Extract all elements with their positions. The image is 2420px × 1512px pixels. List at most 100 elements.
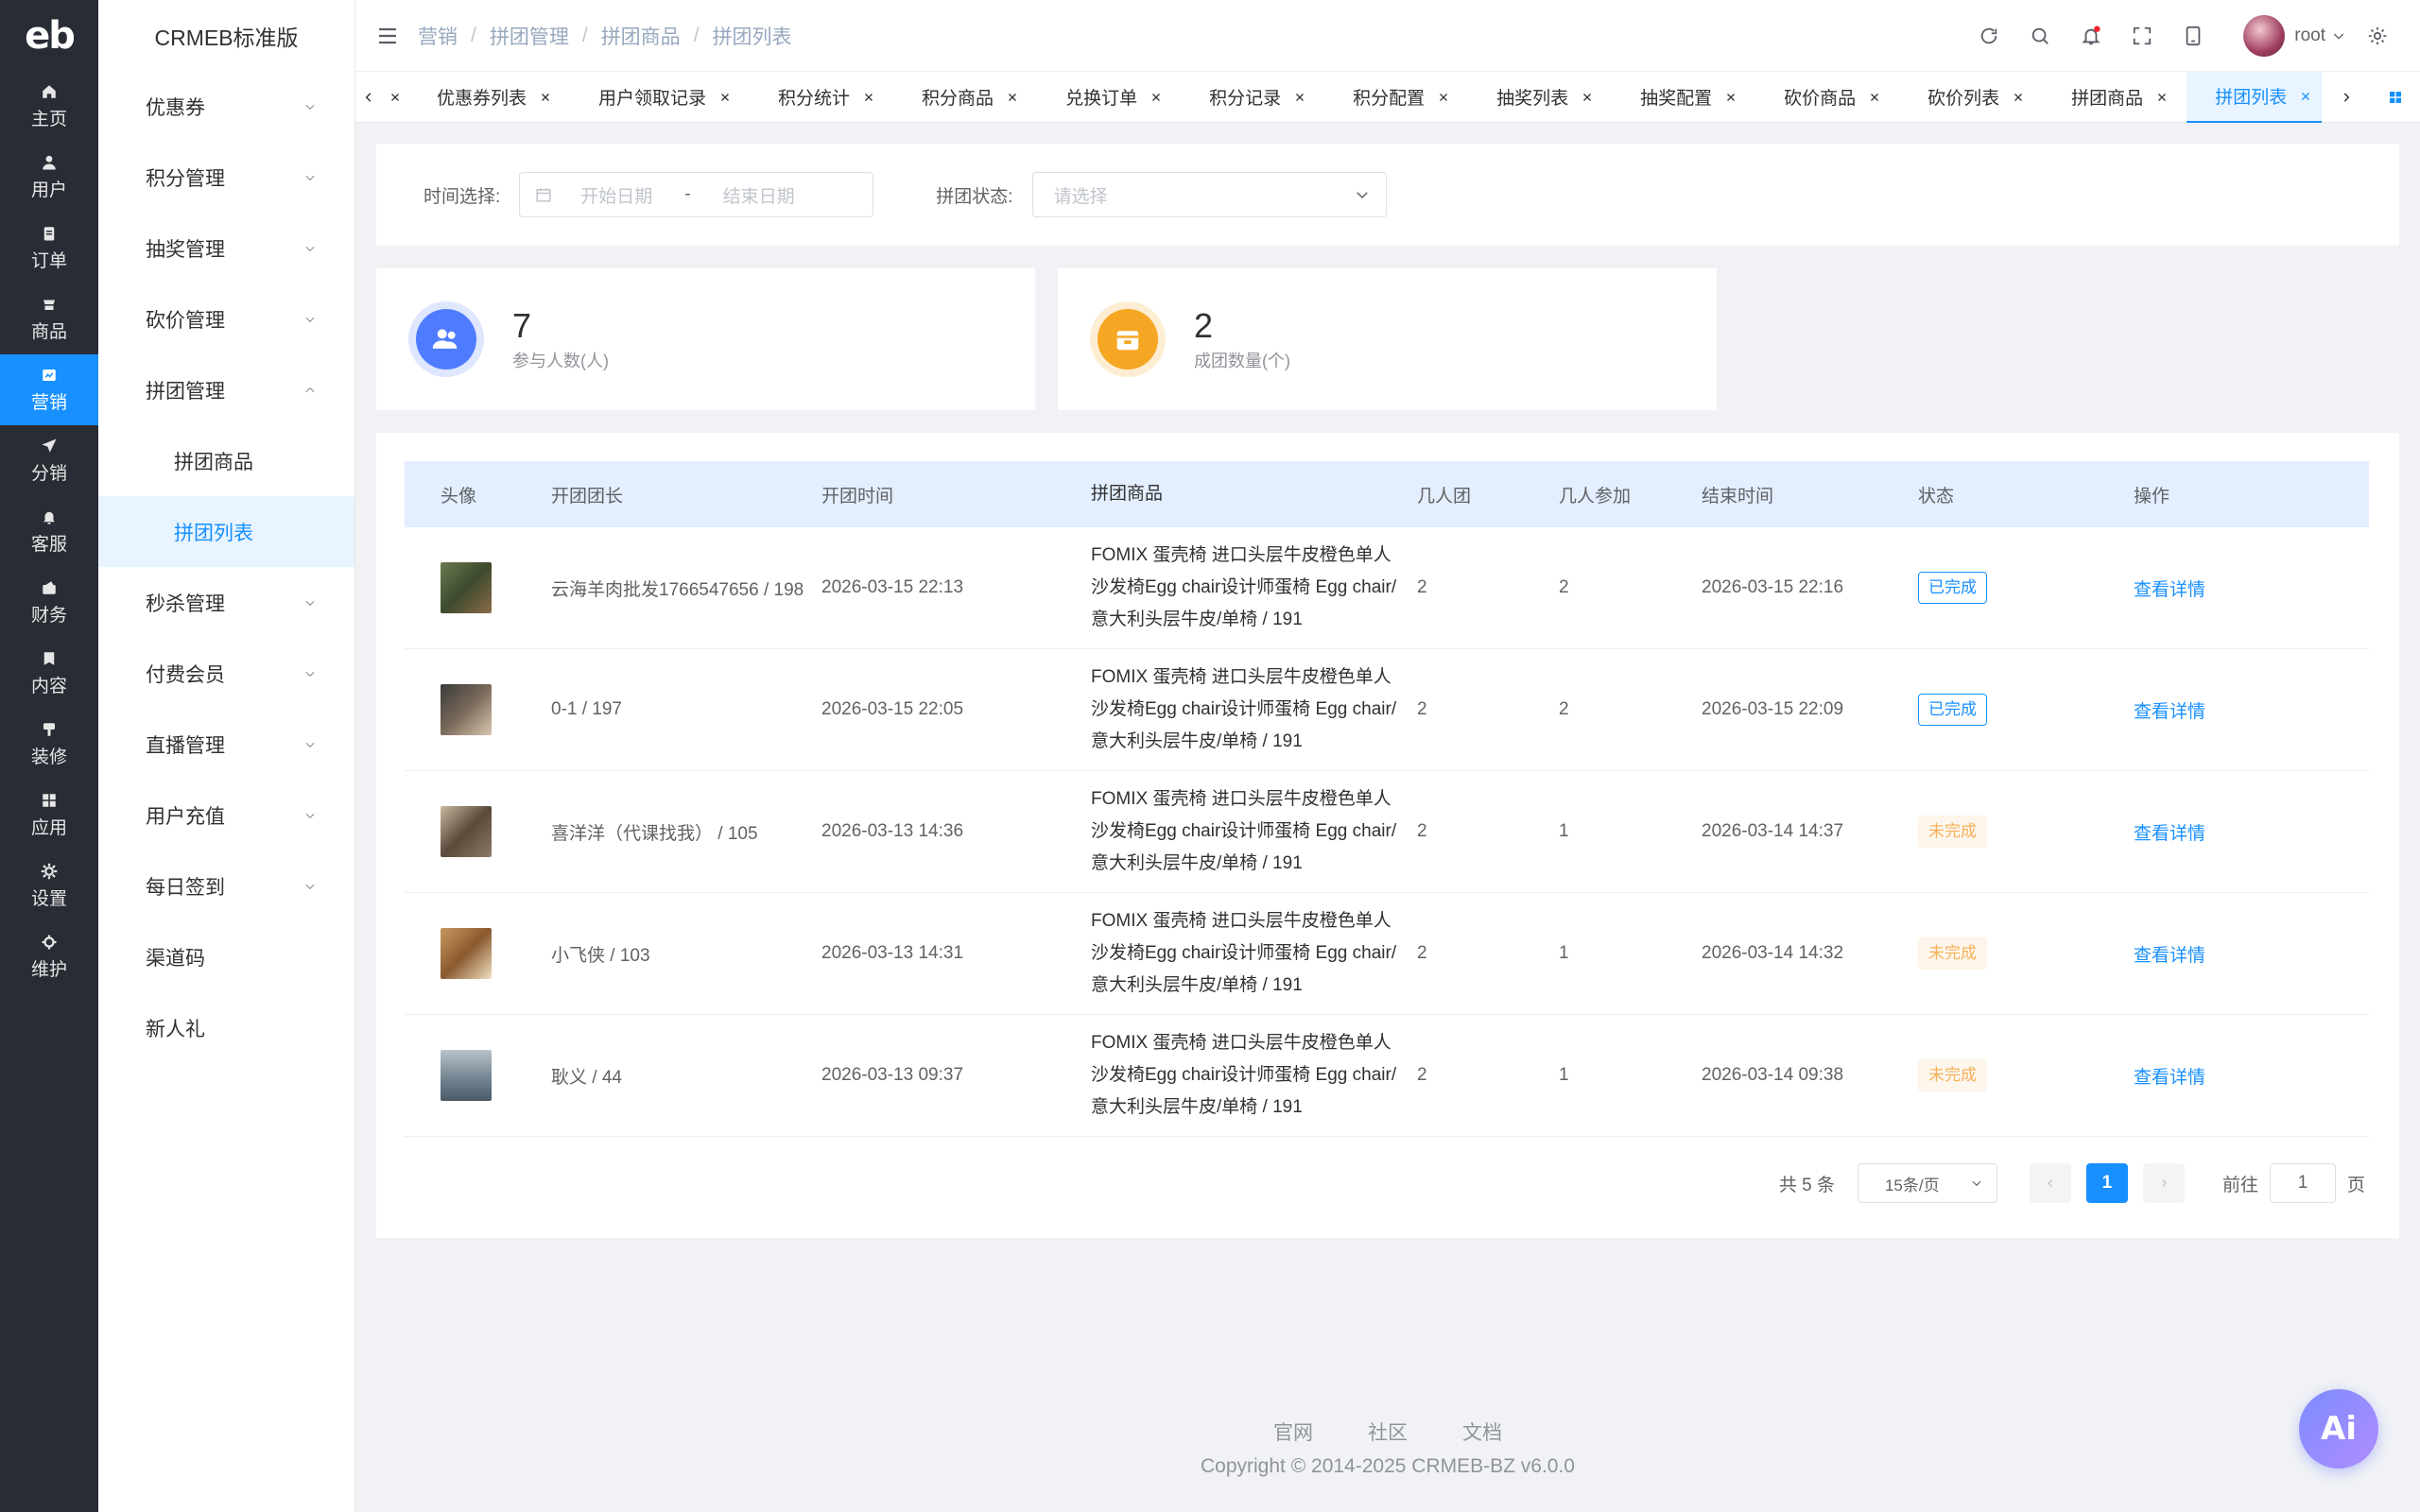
rail-item-1[interactable]: 用户 <box>0 142 98 213</box>
close-icon[interactable] <box>1438 92 1449 103</box>
close-icon[interactable] <box>1150 92 1162 103</box>
close-icon[interactable] <box>863 92 874 103</box>
tab-label: 积分统计 <box>778 89 851 109</box>
bell-icon[interactable] <box>2079 24 2103 48</box>
page-size-select[interactable]: 15条/页 <box>1857 1163 1997 1203</box>
sidebar-group-groups2-0[interactable]: 秒杀管理 <box>98 567 354 638</box>
tab-4[interactable]: 兑换订单 <box>1037 72 1181 123</box>
leader-avatar[interactable] <box>441 1050 492 1101</box>
leader-avatar[interactable] <box>441 684 492 735</box>
leader-avatar[interactable] <box>441 562 492 613</box>
sidebar-item-plain-0[interactable]: 渠道码 <box>98 921 354 992</box>
end-date-input[interactable]: 结束日期 <box>723 182 795 208</box>
tab-1[interactable]: 用户领取记录 <box>570 72 750 123</box>
rail-item-3[interactable]: 商品 <box>0 284 98 354</box>
start-date-input[interactable]: 开始日期 <box>580 182 652 208</box>
sidebar-group-groups2-4[interactable]: 每日签到 <box>98 850 354 921</box>
goto-page-input[interactable]: 1 <box>2269 1163 2336 1203</box>
rail-item-9[interactable]: 装修 <box>0 709 98 780</box>
ai-assistant-button[interactable]: Ai <box>2299 1389 2378 1469</box>
sidebar-sub-item-0[interactable]: 拼团商品 <box>98 425 354 496</box>
close-icon[interactable] <box>2013 92 2024 103</box>
tab-10[interactable]: 砍价列表 <box>1899 72 2043 123</box>
product-line: FOMIX 蛋壳椅 进口头层牛皮橙色单人 <box>1091 667 1392 687</box>
tab-8[interactable]: 抽奖配置 <box>1612 72 1755 123</box>
rail-item-5[interactable]: 分销 <box>0 425 98 496</box>
refresh-icon[interactable] <box>1977 24 2001 48</box>
tab-0[interactable]: 优惠券列表 <box>408 72 570 123</box>
sidebar-group-groups2-2[interactable]: 直播管理 <box>98 709 354 780</box>
chevron-down-icon[interactable] <box>2331 28 2346 43</box>
tab-6[interactable]: 积分配置 <box>1324 72 1468 123</box>
view-details-link[interactable]: 查看详情 <box>2134 824 2205 844</box>
footer-link-0[interactable]: 官网 <box>1273 1418 1313 1446</box>
status-select[interactable]: 请选择 <box>1031 172 1387 217</box>
view-details-link[interactable]: 查看详情 <box>2134 580 2205 600</box>
menu-toggle-icon[interactable] <box>376 25 399 47</box>
sidebar-sub-item-1[interactable]: 拼团列表 <box>98 496 354 567</box>
breadcrumb-item-1[interactable]: 拼团管理 <box>490 22 569 50</box>
tab-close-hidden[interactable] <box>382 71 408 123</box>
rail-item-6[interactable]: 客服 <box>0 496 98 567</box>
sidebar-group-groups2-3[interactable]: 用户充值 <box>98 780 354 850</box>
date-range-picker[interactable]: 开始日期 - 结束日期 <box>519 172 874 217</box>
avatar[interactable] <box>2243 14 2286 57</box>
rail-item-0[interactable]: 主页 <box>0 71 98 142</box>
view-details-link[interactable]: 查看详情 <box>2134 1068 2205 1088</box>
close-icon[interactable] <box>2156 92 2168 103</box>
prev-page-button[interactable] <box>2029 1163 2071 1203</box>
rail-item-12[interactable]: 维护 <box>0 921 98 992</box>
leader-avatar[interactable] <box>441 806 492 857</box>
rail-item-4[interactable]: 营销 <box>0 354 98 425</box>
tab-5[interactable]: 积分记录 <box>1181 72 1324 123</box>
footer-link-1[interactable]: 社区 <box>1368 1418 1408 1446</box>
tabs-scroll-left[interactable] <box>355 71 382 123</box>
tab-9[interactable]: 砍价商品 <box>1755 72 1899 123</box>
footer-link-2[interactable]: 文档 <box>1462 1418 1502 1446</box>
sidebar-group-groups-0[interactable]: 优惠券 <box>98 71 354 142</box>
tab-2[interactable]: 积分统计 <box>750 72 893 123</box>
tab-11[interactable]: 拼团商品 <box>2043 72 2187 123</box>
rail-item-2[interactable]: 订单 <box>0 213 98 284</box>
breadcrumb-item-0[interactable]: 营销 <box>418 22 458 50</box>
logo[interactable]: eb <box>0 0 98 71</box>
sidebar-item-plain-1[interactable]: 新人礼 <box>98 992 354 1063</box>
username[interactable]: root <box>2294 26 2325 46</box>
sidebar-group-groups-3[interactable]: 砍价管理 <box>98 284 354 354</box>
rail-item-8[interactable]: 内容 <box>0 638 98 709</box>
close-icon[interactable] <box>1007 92 1018 103</box>
page-1-button[interactable]: 1 <box>2085 1163 2128 1203</box>
close-icon[interactable] <box>1294 92 1305 103</box>
close-icon[interactable] <box>2300 91 2311 102</box>
view-details-link[interactable]: 查看详情 <box>2134 946 2205 966</box>
rail-item-11[interactable]: 设置 <box>0 850 98 921</box>
sidebar-group-groups-4[interactable]: 拼团管理 <box>98 354 354 425</box>
tab-7[interactable]: 抽奖列表 <box>1468 72 1612 123</box>
gear-icon[interactable] <box>2365 24 2390 48</box>
close-icon[interactable] <box>719 92 731 103</box>
leader-avatar[interactable] <box>441 928 492 979</box>
tablet-icon[interactable] <box>2181 24 2205 48</box>
sidebar-group-groups2-1[interactable]: 付费会员 <box>98 638 354 709</box>
rail-item-label: 设置 <box>30 889 67 909</box>
tab-3[interactable]: 积分商品 <box>893 72 1037 123</box>
tabs-scroll-right[interactable] <box>2322 71 2371 123</box>
participants-icon <box>408 301 484 377</box>
sidebar-group-groups-2[interactable]: 抽奖管理 <box>98 213 354 284</box>
breadcrumb-item-2[interactable]: 拼团商品 <box>601 22 681 50</box>
search-icon[interactable] <box>2028 24 2052 48</box>
status-label: 拼团状态: <box>936 186 1013 207</box>
close-icon[interactable] <box>1869 92 1880 103</box>
sidebar-group-groups-1[interactable]: 积分管理 <box>98 142 354 213</box>
tab-12[interactable]: 拼团列表 <box>2187 71 2322 123</box>
close-icon[interactable] <box>540 92 551 103</box>
next-page-button[interactable] <box>2142 1163 2185 1203</box>
grid-icon[interactable] <box>2371 71 2420 123</box>
close-icon[interactable] <box>1582 92 1593 103</box>
table-header: 头像 开团团长 开团时间 拼团商品 几人团 几人参加 结束时间 状态 操作 <box>405 461 2369 527</box>
view-details-link[interactable]: 查看详情 <box>2134 702 2205 722</box>
rail-item-10[interactable]: 应用 <box>0 780 98 850</box>
fullscreen-icon[interactable] <box>2130 24 2154 48</box>
rail-item-7[interactable]: 财务 <box>0 567 98 638</box>
close-icon[interactable] <box>1725 92 1737 103</box>
